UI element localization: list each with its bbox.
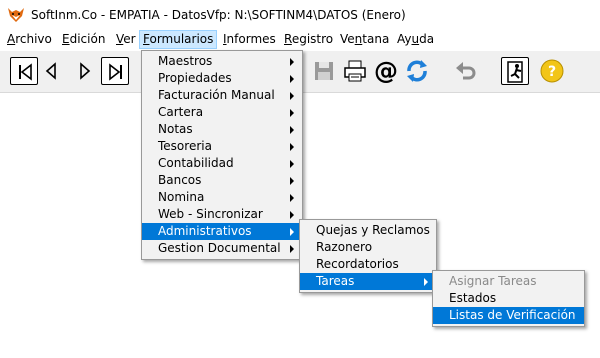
- menu-ventana[interactable]: Ventana: [337, 30, 392, 49]
- print-icon: [344, 60, 366, 82]
- last-record-icon: [109, 63, 122, 81]
- menu-registro[interactable]: Registro: [281, 30, 336, 49]
- menu-ver[interactable]: Ver: [113, 30, 139, 49]
- menu-item-quejas-y-reclamos[interactable]: Quejas y Reclamos: [300, 222, 436, 239]
- menu-informes[interactable]: Informes: [220, 30, 279, 49]
- next-record-button[interactable]: [70, 57, 98, 85]
- submenu-arrow-icon: [290, 211, 294, 219]
- submenu-arrow-icon: [424, 278, 428, 286]
- submenu-arrow-icon: [290, 177, 294, 185]
- menu-archivo[interactable]: Archivo: [4, 30, 55, 49]
- menu-item-facturacion-manual[interactable]: Facturación Manual: [142, 87, 302, 104]
- formularios-menu: Maestros Propiedades Facturación Manual …: [141, 50, 303, 260]
- email-icon: @: [374, 57, 398, 85]
- menu-item-asignar-tareas: Asignar Tareas: [449, 274, 537, 288]
- menu-item-notas[interactable]: Notas: [142, 121, 302, 138]
- submenu-arrow-icon: [290, 143, 294, 151]
- window-title: SoftInm.Co - EMPATIA - DatosVfp: N:\SOFT…: [31, 8, 406, 22]
- menu-item-contabilidad[interactable]: Contabilidad: [142, 155, 302, 172]
- menu-item-recordatorios[interactable]: Recordatorios: [300, 256, 436, 273]
- submenu-arrow-icon: [290, 75, 294, 83]
- submenu-arrow-icon: [290, 245, 294, 253]
- svg-text:?: ?: [548, 64, 556, 80]
- refresh-icon: [407, 60, 427, 82]
- menu-item-listas-de-verificacion[interactable]: Listas de Verificación: [433, 307, 584, 324]
- previous-record-icon: [45, 62, 56, 80]
- menu-item-gestion-documental[interactable]: Gestion Documental: [142, 240, 302, 257]
- undo-icon: [456, 62, 476, 80]
- menu-formularios[interactable]: Formularios: [139, 30, 218, 49]
- email-button[interactable]: @: [372, 57, 400, 85]
- menu-item-maestros[interactable]: Maestros: [142, 53, 302, 70]
- menu-item-nomina[interactable]: Nomina: [142, 189, 302, 206]
- undo-button[interactable]: [452, 57, 480, 85]
- svg-text:@: @: [374, 57, 398, 85]
- exit-button[interactable]: [501, 57, 529, 85]
- menu-item-estados[interactable]: Estados: [433, 290, 584, 307]
- help-icon: ?: [540, 59, 564, 83]
- tareas-menu: Asignar Tareas Estados Listas de Verific…: [432, 270, 585, 327]
- menu-item-propiedades[interactable]: Propiedades: [142, 70, 302, 87]
- first-record-icon: [19, 63, 32, 81]
- menu-item-web-sincronizar[interactable]: Web - Sincronizar: [142, 206, 302, 223]
- menu-edicion[interactable]: Edición: [59, 30, 108, 49]
- menu-item-tesoreria[interactable]: Tesoreria: [142, 138, 302, 155]
- submenu-arrow-icon: [290, 109, 294, 117]
- refresh-button[interactable]: [403, 57, 431, 85]
- help-button[interactable]: ?: [538, 57, 566, 85]
- menu-ayuda[interactable]: Ayuda: [394, 30, 437, 49]
- menu-item-bancos[interactable]: Bancos: [142, 172, 302, 189]
- menu-bar: Archivo Edición Ver Formularios Informes…: [0, 30, 600, 49]
- administrativos-menu: Quejas y Reclamos Razonero Recordatorios…: [299, 219, 437, 293]
- print-button[interactable]: [341, 57, 369, 85]
- submenu-arrow-icon: [290, 160, 294, 168]
- save-icon: [315, 62, 333, 80]
- save-button[interactable]: [310, 57, 338, 85]
- next-record-icon: [80, 62, 91, 80]
- submenu-arrow-icon: [290, 92, 294, 100]
- submenu-arrow-icon: [290, 126, 294, 134]
- last-record-button[interactable]: [101, 57, 129, 85]
- menu-item-cartera[interactable]: Cartera: [142, 104, 302, 121]
- fox-logo-icon: [8, 8, 24, 22]
- submenu-arrow-icon: [290, 228, 294, 236]
- submenu-arrow-icon: [290, 58, 294, 66]
- submenu-arrow-icon: [290, 194, 294, 202]
- previous-record-button[interactable]: [38, 57, 66, 85]
- exit-icon: [507, 61, 523, 83]
- menu-item-administrativos[interactable]: Administrativos: [142, 223, 302, 240]
- menu-item-razonero[interactable]: Razonero: [300, 239, 436, 256]
- first-record-button[interactable]: [10, 57, 38, 85]
- title-bar: SoftInm.Co - EMPATIA - DatosVfp: N:\SOFT…: [0, 0, 600, 30]
- menu-item-tareas[interactable]: Tareas: [300, 273, 436, 290]
